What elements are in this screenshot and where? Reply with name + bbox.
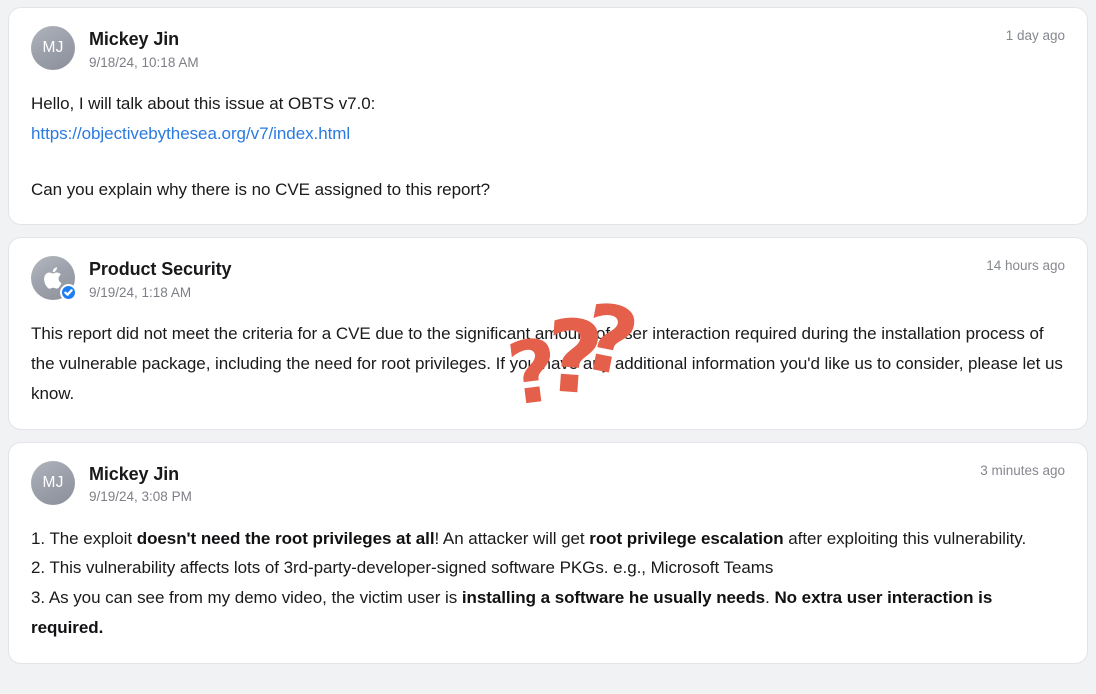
item1-emphasis-b: root privilege escalation (589, 528, 784, 548)
message-line: Can you explain why there is no CVE assi… (31, 179, 491, 199)
message-line: https://objectivebythesea.org/v7/index.h… (31, 119, 1065, 149)
message-paragraph: This report did not meet the criteria fo… (31, 324, 1063, 403)
avatar-initials: MJ (31, 26, 75, 70)
author-name: Mickey Jin (89, 463, 180, 484)
avatar-initials: MJ (31, 460, 75, 505)
numbered-item-2: 2. This vulnerability affects lots of 3r… (31, 558, 774, 578)
message-card: Product Security 9/19/24, 1:18 AM 14 hou… (8, 237, 1088, 430)
item1-text-c: after exploiting this vulnerability. (783, 528, 1027, 548)
author-identity: Mickey Jin 9/19/24, 3:08 PM (89, 460, 192, 506)
message-timestamp: 9/19/24, 3:08 PM (89, 489, 192, 505)
message-header: Product Security 9/19/24, 1:18 AM 14 hou… (31, 255, 1065, 302)
message-timestamp: 9/18/24, 10:18 AM (89, 54, 199, 70)
message-thread: MJ Mickey Jin 9/18/24, 10:18 AM 1 day ag… (0, 0, 1096, 694)
message-body: 1. The exploit doesn't need the root pri… (31, 524, 1065, 643)
author-identity: Product Security 9/19/24, 1:18 AM (89, 255, 232, 301)
item3-text-a: 3. As you can see from my demo video, th… (31, 588, 462, 608)
author-name: Product Security (89, 259, 232, 280)
message-body: This report did not meet the criteria fo… (31, 319, 1065, 408)
item1-emphasis-a: doesn't need the root privileges at all (136, 528, 435, 548)
author-name: Mickey Jin (89, 29, 180, 49)
message-header: MJ Mickey Jin 9/19/24, 3:08 PM 3 minutes… (31, 460, 1065, 506)
author-identity: Mickey Jin 9/18/24, 10:18 AM (89, 25, 199, 71)
relative-timestamp: 1 day ago (1005, 28, 1065, 43)
item1-text-b: ! An attacker will get (434, 528, 590, 548)
numbered-item-1: 1. The exploit doesn't need the root pri… (31, 524, 1065, 554)
item1-text-a: 1. The exploit (31, 528, 137, 548)
message-line: Hello, I will talk about this issue at O… (31, 94, 376, 114)
message-body: Hello, I will talk about this issue at O… (31, 89, 1065, 204)
relative-timestamp: 3 minutes ago (980, 462, 1065, 478)
message-card: MJ Mickey Jin 9/18/24, 10:18 AM 1 day ag… (8, 7, 1088, 226)
avatar (31, 256, 77, 302)
message-card: MJ Mickey Jin 9/19/24, 3:08 PM 3 minutes… (8, 441, 1088, 664)
relative-timestamp: 14 hours ago (986, 258, 1065, 274)
numbered-item-3: 3. As you can see from my demo video, th… (31, 583, 1065, 643)
obts-link[interactable]: https://objectivebythesea.org/v7/index.h… (31, 124, 350, 143)
message-timestamp: 9/19/24, 1:18 AM (89, 284, 192, 300)
message-header: MJ Mickey Jin 9/18/24, 10:18 AM 1 day ag… (31, 25, 1065, 71)
scrollbar-gutter[interactable] (1090, 0, 1096, 694)
avatar: MJ (31, 460, 75, 505)
avatar: MJ (31, 26, 75, 70)
verified-check-icon (60, 284, 77, 302)
item3-emphasis-a: installing a software he usually needs (461, 588, 766, 608)
